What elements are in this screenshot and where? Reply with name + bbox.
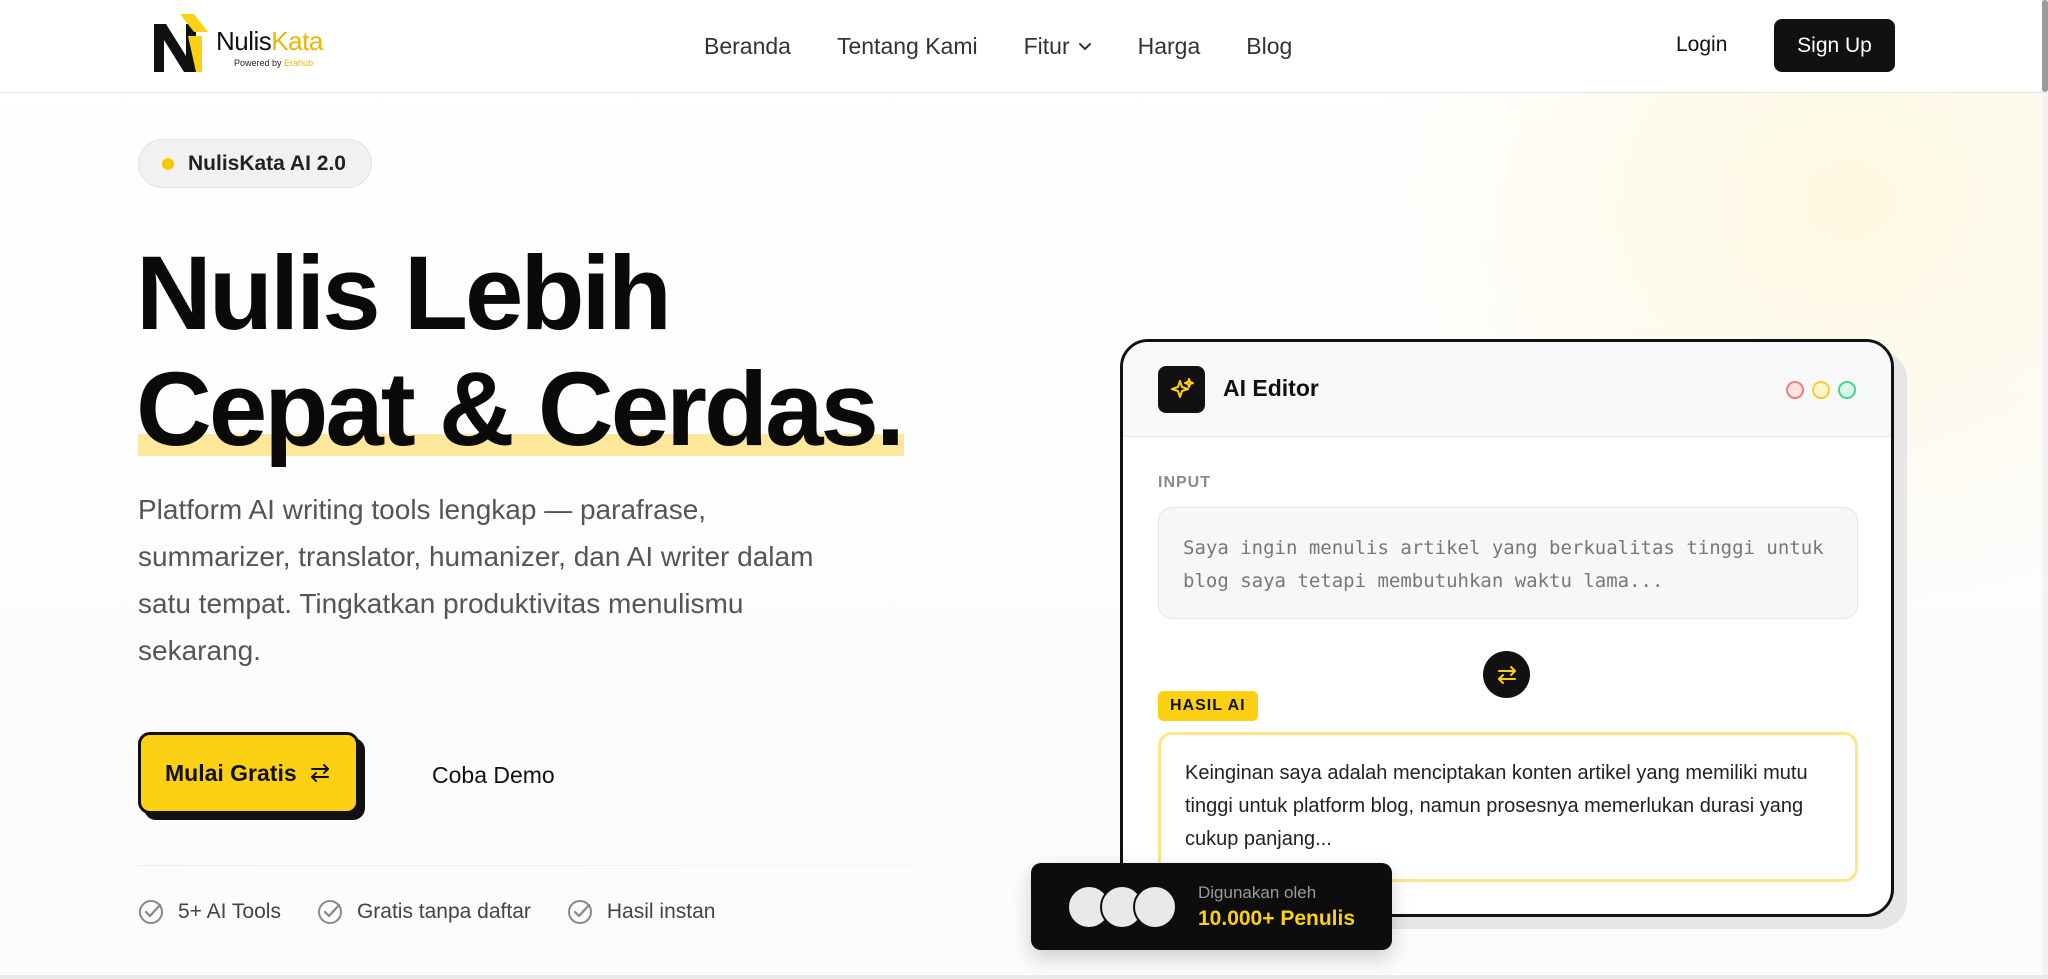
start-free-button[interactable]: Mulai Gratis — [138, 732, 359, 814]
login-button[interactable]: Login — [1676, 33, 1727, 57]
feature-label: Hasil instan — [606, 900, 716, 923]
ai-editor-card: AI Editor INPUT Saya ingin menulis artik… — [1120, 339, 1894, 917]
logo-mark-icon — [154, 14, 208, 72]
swap-icon — [310, 764, 329, 782]
scrollbar-thumb[interactable] — [2042, 0, 2048, 92]
avatar — [1133, 885, 1177, 929]
nav-link-fitur[interactable]: Fitur — [1024, 30, 1092, 62]
nav-link-beranda[interactable]: Beranda — [704, 30, 791, 62]
bottom-edge — [0, 975, 2048, 979]
convert-button[interactable] — [1483, 651, 1530, 698]
features-divider — [138, 865, 968, 866]
feature-item: Hasil instan — [567, 899, 716, 925]
feature-label: 5+ AI Tools — [178, 900, 281, 923]
signup-button[interactable]: Sign Up — [1774, 19, 1895, 72]
try-demo-button[interactable]: Coba Demo — [432, 762, 555, 789]
hero-description: Platform AI writing tools lengkap — para… — [138, 494, 814, 666]
feature-list: 5+ AI Tools Gratis tanpa daftar Hasil in… — [138, 899, 751, 925]
chevron-down-icon — [1078, 43, 1091, 50]
input-label: INPUT — [1158, 474, 1211, 491]
check-circle-icon — [317, 900, 342, 924]
nav-link-label: Blog — [1246, 33, 1293, 59]
window-controls — [1786, 381, 1856, 399]
powered-by-prefix: Powered by — [234, 58, 282, 68]
avatar-stack — [1067, 885, 1187, 931]
logo-powered-by: Powered by Erahub — [234, 58, 313, 68]
swap-icon — [1497, 665, 1516, 684]
feature-item: 5+ AI Tools — [138, 899, 281, 925]
nav-link-harga[interactable]: Harga — [1138, 30, 1201, 62]
users-count-card: Digunakan oleh 10.000+ Penulis — [1031, 863, 1392, 950]
feature-label: Gratis tanpa daftar — [356, 900, 531, 923]
editor-header: AI Editor — [1123, 342, 1891, 437]
users-count: 10.000+ Penulis — [1198, 907, 1356, 930]
users-label: Digunakan oleh — [1198, 883, 1317, 902]
powered-by-brand: Erahub — [284, 58, 314, 68]
nav-link-label: Fitur — [1023, 33, 1070, 59]
nav-link-label: Beranda — [704, 33, 791, 59]
result-text-box: Keinginan saya adalah menciptakan konten… — [1158, 732, 1858, 882]
editor-title: AI Editor — [1223, 375, 1319, 401]
logo-wordmark-part2: Kata — [271, 26, 323, 56]
version-badge: NulisKata AI 2.0 — [138, 139, 372, 188]
nav-link-blog[interactable]: Blog — [1246, 30, 1292, 62]
result-label-badge: HASIL AI — [1158, 691, 1258, 721]
hero-title-line2: Cepat & Cerdas. — [136, 351, 905, 468]
nav-links: Beranda Tentang Kami Fitur Harga Blog — [704, 30, 1338, 62]
nav-link-label: Tentang Kami — [836, 33, 978, 59]
logo[interactable]: NulisKata Powered by Erahub — [152, 14, 332, 76]
cta-primary-wrapper: Mulai Gratis — [138, 732, 365, 820]
input-text-field[interactable]: Saya ingin menulis artikel yang berkuali… — [1158, 507, 1858, 619]
check-circle-icon — [567, 900, 592, 924]
page-scrollbar[interactable] — [2042, 0, 2048, 975]
hero-title-line2-text: Cepat & Cerdas. — [136, 351, 905, 468]
window-dot-yellow — [1812, 381, 1830, 399]
status-dot — [162, 157, 174, 170]
nav-link-label: Harga — [1137, 33, 1201, 59]
start-free-label: Mulai Gratis — [165, 759, 297, 786]
sparkles-icon — [1158, 366, 1205, 413]
navbar: NulisKata Powered by Erahub Beranda Tent… — [0, 0, 2048, 93]
hero-title-line1: Nulis Lebih — [136, 235, 672, 352]
hero-title: Nulis Lebih Cepat & Cerdas. — [136, 235, 905, 468]
window-dot-red — [1786, 381, 1804, 399]
nav-link-tentang-kami[interactable]: Tentang Kami — [837, 30, 978, 62]
version-badge-label: NulisKata AI 2.0 — [188, 151, 346, 175]
window-dot-green — [1838, 381, 1856, 399]
check-circle-icon — [139, 900, 163, 924]
logo-wordmark-part1: Nulis — [216, 26, 272, 56]
feature-item: Gratis tanpa daftar — [317, 899, 531, 925]
logo-wordmark: NulisKata — [216, 26, 323, 57]
